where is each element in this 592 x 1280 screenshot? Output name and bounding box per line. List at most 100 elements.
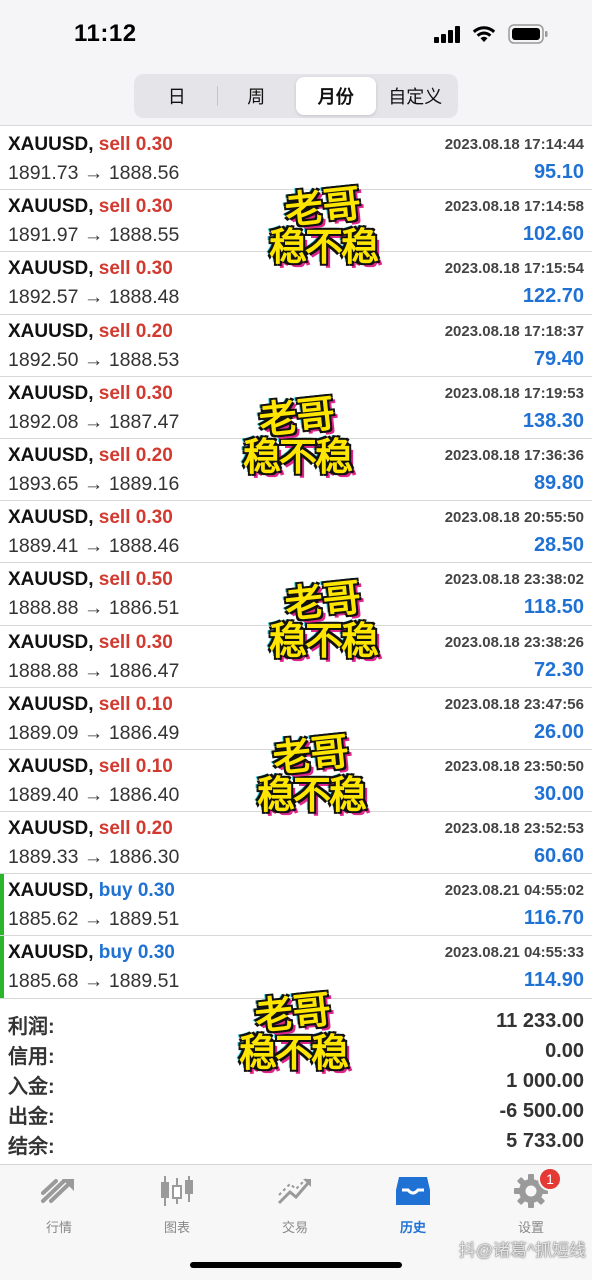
deal-volume: 0.30 [137, 880, 175, 902]
deal-row[interactable]: XAUUSD, buy 0.30 1885.62 → 1889.51 2023.08… [0, 874, 592, 937]
quotes-icon [39, 1173, 79, 1209]
tab-quotes[interactable]: 行情 [14, 1173, 104, 1239]
deal-side-type: sell [98, 693, 131, 715]
deal-row[interactable]: XAUUSD, sell 0.30 1891.73 → 1888.56 2023.0… [0, 128, 592, 191]
deal-prices: 1889.33 → 1886.30 [8, 846, 180, 869]
deal-volume: 0.30 [137, 942, 175, 964]
summary-label: 入金: [8, 1076, 55, 1098]
deal-prices: 1892.50 → 1888.53 [8, 348, 180, 371]
period-tab-custom[interactable]: 自定义 [376, 77, 456, 115]
deal-side: sell 0.30 [99, 383, 173, 404]
deal-prices: 1885.68 → 1889.51 [8, 970, 180, 993]
tab-trade[interactable]: 交易 [250, 1173, 340, 1239]
deal-datetime: 2023.08.18 23:52:53 [444, 820, 584, 838]
sticker-overlay: 老哥 稳不稳 [228, 987, 358, 1075]
deal-symbol: XAUUSD, sell 0.20 [8, 818, 173, 840]
symbol-name: XAUUSD, [8, 134, 94, 155]
deal-side: sell 0.20 [99, 445, 173, 466]
deal-symbol: XAUUSD, sell 0.30 [8, 258, 173, 280]
deal-datetime: 2023.08.18 17:36:36 [444, 446, 584, 464]
symbol-name: XAUUSD, [8, 880, 94, 902]
deal-prices: 1891.97 → 1888.55 [8, 224, 180, 247]
symbol-name: XAUUSD, [8, 320, 94, 342]
summary-row: 出金: -6 500.00 [0, 1098, 592, 1128]
deal-profit: 89.80 [533, 471, 584, 494]
tab-settings-label: 设置 [517, 1220, 544, 1235]
summary-label: 出金: [8, 1106, 55, 1128]
tab-quotes-label: 行情 [45, 1220, 72, 1235]
tab-settings[interactable]: 1 设置 [486, 1167, 576, 1239]
deal-symbol: XAUUSD, sell 0.20 [8, 321, 173, 343]
deal-symbol: XAUUSD, sell 0.30 [8, 196, 173, 218]
deal-datetime: 2023.08.18 17:18:37 [444, 322, 584, 340]
deal-symbol: XAUUSD, sell 0.30 [8, 507, 173, 529]
deal-symbol: XAUUSD, buy 0.30 [8, 942, 175, 964]
deal-datetime: 2023.08.18 20:55:50 [444, 509, 584, 527]
summary-label: 利润: [8, 1016, 55, 1038]
summary-value: 5 733.00 [506, 1130, 584, 1152]
deal-volume: 0.20 [135, 444, 173, 466]
sticker-overlay: 老哥 稳不稳 [258, 181, 388, 269]
sticker-line2: 稳不稳 [268, 224, 379, 269]
summary-label: 信用: [8, 1046, 55, 1068]
deal-side-type: sell [98, 196, 131, 218]
sticker-line2: 稳不稳 [256, 772, 367, 817]
deal-volume: 0.10 [135, 755, 173, 777]
tab-history-label: 历史 [399, 1220, 426, 1235]
deal-profit: 114.90 [523, 969, 584, 992]
sticker-overlay: 老哥 稳不稳 [232, 391, 362, 478]
deal-symbol: XAUUSD, sell 0.30 [8, 632, 173, 654]
deal-row[interactable]: XAUUSD, sell 0.20 1892.50 → 1888.53 2023.0… [0, 315, 592, 377]
deal-profit: 118.50 [523, 596, 584, 619]
sticker-overlay: 老哥 稳不稳 [246, 729, 376, 817]
deal-datetime: 2023.08.18 17:14:58 [444, 198, 584, 216]
sticker-line2: 稳不稳 [238, 1030, 349, 1075]
deal-side-type: sell [98, 631, 131, 653]
period-tab-day[interactable]: 日 [137, 77, 217, 115]
deal-side-type: sell [98, 755, 131, 777]
deal-prices: 1889.40 → 1886.40 [8, 783, 180, 806]
deal-side: buy 0.30 [99, 880, 175, 901]
tab-chart[interactable]: 图表 [132, 1173, 222, 1239]
deal-volume: 0.20 [135, 818, 173, 840]
deal-volume: 0.30 [135, 134, 173, 155]
deal-row[interactable]: XAUUSD, sell 0.30 1889.41 → 1888.46 2023.0… [0, 501, 592, 564]
deal-side: sell 0.50 [99, 569, 173, 590]
deal-prices: 1889.09 → 1886.49 [8, 721, 180, 744]
symbol-name: XAUUSD, [8, 569, 94, 591]
deal-volume: 0.30 [135, 507, 173, 529]
deal-row[interactable]: XAUUSD, buy 0.30 1885.68 → 1889.51 2023.08… [0, 936, 592, 999]
deal-side-type: sell [98, 258, 131, 280]
deal-side: sell 0.30 [99, 507, 173, 528]
deal-profit: 79.40 [533, 347, 584, 370]
deal-datetime: 2023.08.18 23:47:56 [444, 695, 584, 713]
deal-side-type: buy [98, 880, 133, 902]
deal-profit: 116.70 [523, 907, 584, 930]
home-indicator[interactable] [190, 1262, 402, 1268]
symbol-name: XAUUSD, [8, 942, 94, 964]
symbol-name: XAUUSD, [8, 631, 94, 653]
deal-prices: 1893.65 → 1889.16 [8, 472, 180, 495]
symbol-name: XAUUSD, [8, 693, 94, 715]
deal-side: buy 0.30 [99, 942, 175, 963]
deal-volume: 0.30 [135, 631, 173, 653]
period-tab-week[interactable]: 周 [216, 77, 297, 115]
symbol-name: XAUUSD, [8, 196, 94, 218]
deal-row[interactable]: XAUUSD, sell 0.20 1889.33 → 1886.30 2023.0… [0, 812, 592, 875]
deal-profit: 95.10 [533, 161, 584, 183]
watermark: 抖@诸葛^抓短线 [458, 1241, 586, 1260]
period-tab-month[interactable]: 月份 [296, 77, 376, 115]
deal-datetime: 2023.08.21 04:55:02 [444, 882, 584, 900]
deal-datetime: 2023.08.18 23:38:02 [444, 571, 584, 589]
sticker-overlay: 老哥 稳不稳 [258, 575, 388, 662]
tab-history[interactable]: 历史 [368, 1173, 458, 1239]
deal-side-type: buy [98, 942, 133, 964]
status-icons [434, 24, 548, 44]
deal-profit: 102.60 [522, 223, 584, 246]
deal-prices: 1891.73 → 1888.56 [8, 162, 180, 184]
deal-volume: 0.30 [135, 196, 173, 218]
deal-prices: 1892.08 → 1887.47 [8, 410, 180, 433]
summary-value: 1 000.00 [506, 1070, 584, 1092]
deal-side: sell 0.30 [99, 632, 173, 653]
battery-icon [508, 24, 548, 44]
